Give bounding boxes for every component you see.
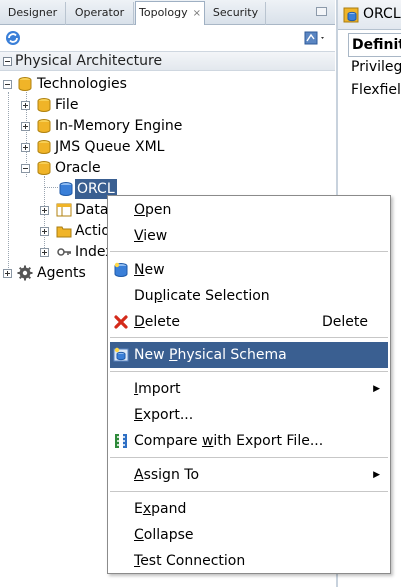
menu-item-compare-with-export-file[interactable]: Compare with Export File...	[110, 428, 388, 454]
tab-operator[interactable]: Operator	[66, 2, 134, 25]
expand-icon[interactable]	[21, 122, 30, 131]
section-title: Physical Architecture	[15, 53, 163, 69]
field-label-flexfields: Flexfield	[351, 82, 401, 98]
tab-close-icon[interactable]: ×	[193, 8, 201, 19]
database-icon	[37, 119, 51, 133]
menu-item-label: Delete	[134, 314, 180, 330]
tab-topology-label: Topology	[139, 6, 188, 19]
new-data-server-icon	[114, 262, 128, 277]
database-icon	[18, 77, 32, 91]
tree-label: Actio	[75, 223, 110, 239]
data-server-icon	[59, 182, 73, 196]
collapse-icon[interactable]	[3, 80, 12, 89]
tab-operator-label: Operator	[74, 6, 125, 19]
tree-label: Agents	[37, 265, 86, 281]
menu-item-label: Expand	[134, 501, 187, 517]
physical-architecture-header[interactable]: Physical Architecture	[0, 51, 335, 71]
menu-item-expand[interactable]: Expand	[110, 496, 388, 522]
navigator-toolbar	[0, 26, 335, 50]
tree-label: Technologies	[37, 76, 127, 92]
menu-item-label: Compare with Export File...	[134, 433, 324, 449]
tree-node-indexes[interactable]: Index	[0, 242, 114, 262]
index-icon	[57, 248, 71, 256]
expand-icon[interactable]	[40, 227, 49, 236]
menu-separator	[110, 457, 388, 458]
menu-separator	[110, 337, 388, 338]
tab-topology[interactable]: Topology ×	[135, 1, 205, 25]
collapse-section-icon[interactable]	[3, 57, 12, 66]
menu-item-import[interactable]: Import ▶	[110, 376, 388, 402]
tree-node-datastores[interactable]: Data	[0, 200, 110, 220]
menu-item-label: New	[134, 262, 165, 278]
tree-label: File	[55, 97, 79, 113]
database-icon	[37, 140, 51, 154]
database-icon	[37, 161, 51, 175]
menu-item-label: Export...	[134, 407, 194, 423]
expand-icon[interactable]	[3, 269, 12, 278]
tree-node-technologies[interactable]: Technologies	[0, 74, 200, 94]
menu-item-test-connection[interactable]: Test Connection	[110, 548, 388, 574]
menu-separator	[110, 251, 388, 252]
minimize-pane-icon[interactable]	[316, 7, 327, 16]
tab-designer-label: Designer	[7, 6, 58, 19]
menu-item-label: New Physical Schema	[134, 347, 287, 363]
tab-security-label: Security	[212, 6, 259, 19]
expand-icon[interactable]	[21, 101, 30, 110]
editor-tab-title: ORCL	[363, 6, 401, 22]
menu-item-label: Duplicate Selection	[134, 288, 270, 304]
tab-definition[interactable]: Definiti	[348, 33, 401, 57]
field-label-privileges: Privilege	[351, 59, 401, 75]
menu-item-new-physical-schema[interactable]: New Physical Schema	[110, 342, 388, 368]
navigator-tabbar: Designer Operator Topology × Security	[0, 0, 335, 25]
menu-item-assign-to[interactable]: Assign To ▶	[110, 462, 388, 488]
tree-node-oracle[interactable]: Oracle	[0, 158, 200, 178]
new-physical-schema-icon	[113, 347, 129, 362]
delete-icon	[114, 315, 128, 329]
gear-icon	[17, 265, 33, 281]
expand-icon[interactable]	[21, 143, 30, 152]
tree-label: In-Memory Engine	[55, 118, 183, 134]
data-server-icon	[343, 7, 359, 23]
tree-node-jms-queue-xml[interactable]: JMS Queue XML	[0, 137, 220, 157]
tree-node-in-memory-engine[interactable]: In-Memory Engine	[0, 116, 220, 136]
menu-separator	[110, 371, 388, 372]
menu-item-label: Test Connection	[134, 553, 246, 569]
datastore-icon	[56, 203, 72, 217]
tree-label: JMS Queue XML	[55, 139, 165, 155]
refresh-icon[interactable]	[4, 29, 22, 47]
menu-separator	[110, 491, 388, 492]
tree-label: Oracle	[55, 160, 101, 176]
menu-item-duplicate-selection[interactable]: Duplicate Selection	[110, 283, 388, 309]
tab-designer[interactable]: Designer	[0, 2, 66, 25]
context-menu: Open View New Duplicate Selection Delete…	[107, 195, 391, 574]
submenu-arrow-icon: ▶	[373, 470, 380, 480]
menu-item-collapse[interactable]: Collapse	[110, 522, 388, 548]
menu-item-export[interactable]: Export...	[110, 402, 388, 428]
editor-tab-orcl[interactable]: ORCL	[338, 0, 401, 30]
menu-item-label: Import	[134, 381, 181, 397]
compare-icon	[115, 434, 127, 448]
menu-item-shortcut: Delete	[322, 314, 368, 330]
collapse-icon[interactable]	[21, 164, 30, 173]
tree-label: Data	[75, 202, 109, 218]
menu-item-new[interactable]: New	[110, 257, 388, 283]
menu-item-label: Collapse	[134, 527, 194, 543]
menu-item-label: View	[134, 228, 168, 244]
expand-icon[interactable]	[40, 206, 49, 215]
submenu-arrow-icon: ▶	[373, 384, 380, 394]
expand-icon[interactable]	[40, 248, 49, 257]
tab-security[interactable]: Security	[206, 2, 266, 25]
menu-item-label: Open	[134, 202, 172, 218]
folder-icon	[56, 226, 72, 238]
menu-item-view[interactable]: View	[110, 223, 388, 249]
action-menu-icon[interactable]	[303, 29, 329, 47]
database-icon	[37, 98, 51, 112]
tree-node-actions[interactable]: Actio	[0, 221, 110, 241]
menu-item-delete[interactable]: Delete Delete	[110, 309, 388, 335]
menu-item-label: Assign To	[134, 467, 200, 483]
tree-node-file[interactable]: File	[0, 95, 200, 115]
menu-item-open[interactable]: Open	[110, 197, 388, 223]
